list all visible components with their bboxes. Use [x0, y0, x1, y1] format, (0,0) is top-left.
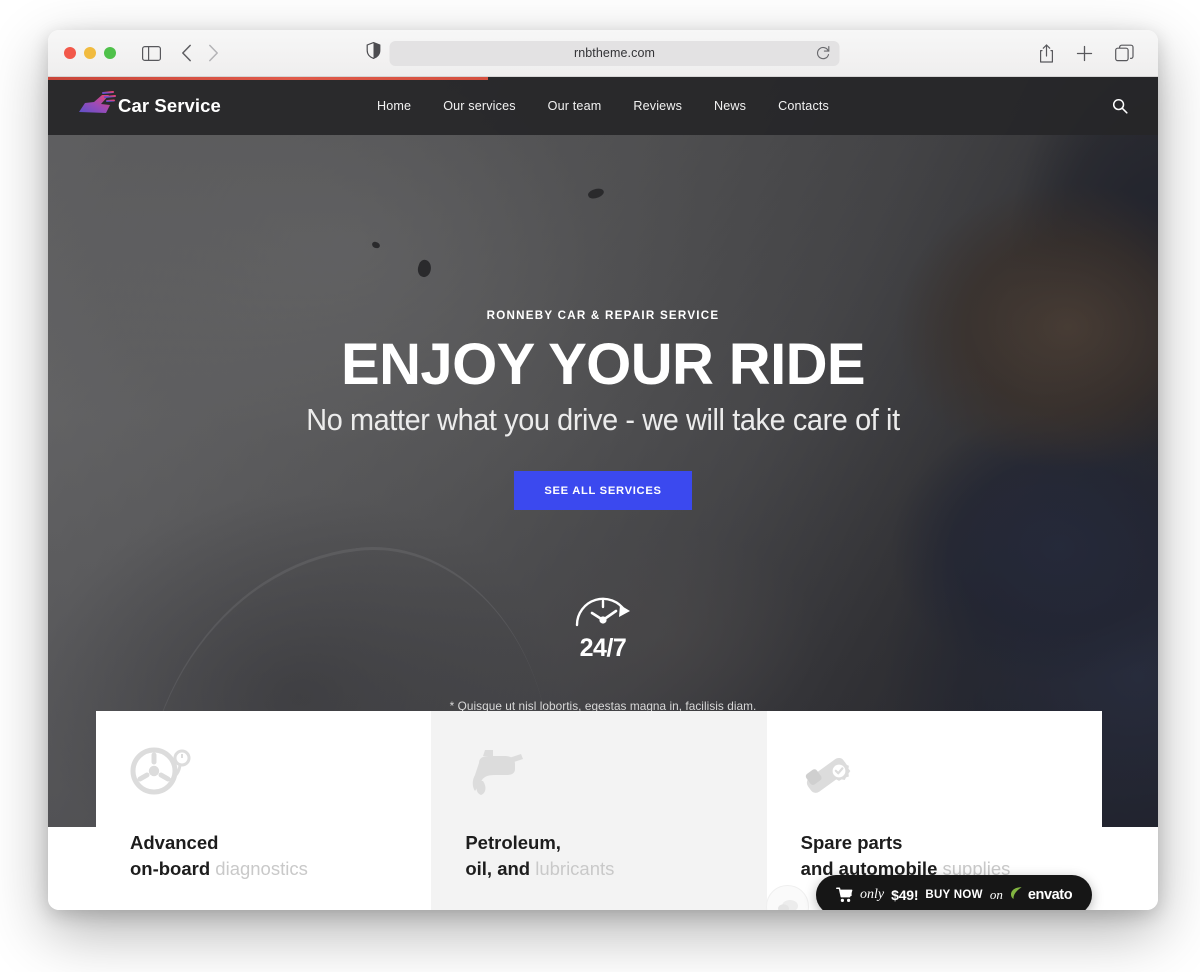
nav-item-news[interactable]: News	[714, 99, 746, 113]
address-bar[interactable]: rnbtheme.com	[389, 40, 840, 66]
badge-price-prefix: only	[860, 887, 885, 902]
page-load-progress-bar	[48, 77, 488, 80]
badge-connector: on	[989, 887, 1003, 902]
site-logo[interactable]: Car Service	[76, 91, 221, 121]
feature-title-line2-bold: oil, and	[465, 857, 531, 879]
shopping-cart-icon	[836, 887, 853, 902]
availability-label: 24/7	[579, 634, 627, 662]
feature-title-line1: Advanced	[130, 832, 219, 853]
see-all-services-button[interactable]: SEE ALL SERVICES	[514, 471, 692, 510]
main-navigation: Home Our services Our team Reviews News …	[377, 99, 829, 113]
hero-title: ENJOY YOUR RIDE	[341, 332, 866, 397]
nav-item-home[interactable]: Home	[377, 99, 411, 113]
feature-title-line1: Spare parts	[800, 832, 903, 853]
availability-badge: 24/7	[570, 589, 636, 663]
plus-icon[interactable]	[1076, 45, 1093, 62]
feature-title-line2-light: lubricants	[535, 857, 615, 879]
feature-card-title: Petroleum, oil, and lubricants	[465, 830, 732, 881]
page-viewport: Car Service Home Our services Our team R…	[48, 77, 1158, 910]
feature-title-line2-bold: on-board	[130, 857, 211, 879]
privacy-report-icon[interactable]	[366, 41, 381, 64]
site-logo-text: Car Service	[118, 95, 221, 116]
envato-purchase-badge[interactable]: only $49! BUY NOW on envato	[816, 875, 1093, 910]
minimize-window-button[interactable]	[84, 47, 96, 59]
speedometer-clock-icon	[575, 597, 630, 627]
hero-content: RONNEBY CAR & REPAIR SERVICE ENJOY YOUR …	[48, 77, 1158, 510]
nav-item-contacts[interactable]: Contacts	[778, 99, 829, 113]
reload-icon[interactable]	[816, 45, 831, 66]
feature-title-line2-light: diagnostics	[215, 857, 308, 879]
zoom-window-button[interactable]	[104, 47, 116, 59]
tab-overview-icon[interactable]	[1115, 44, 1134, 62]
sidebar-toggle-icon[interactable]	[142, 45, 161, 61]
browser-toolbar: rnbtheme.com	[48, 30, 1158, 77]
forward-chevron-icon[interactable]	[208, 44, 219, 62]
nav-item-our-services[interactable]: Our services	[443, 99, 515, 113]
browser-window: rnbtheme.com Car Service Home Our servic…	[48, 30, 1158, 910]
nav-item-our-team[interactable]: Our team	[548, 99, 602, 113]
wheel-diagnostics-icon	[130, 747, 191, 795]
share-icon[interactable]	[1039, 43, 1054, 63]
address-bar-area: rnbtheme.com	[366, 40, 840, 66]
feature-card-petroleum[interactable]: Petroleum, oil, and lubricants	[431, 711, 767, 910]
badge-marketplace-name: envato	[1027, 887, 1073, 903]
spare-parts-icon	[805, 757, 850, 793]
site-header: Car Service Home Our services Our team R…	[48, 77, 1158, 135]
badge-action-label: BUY NOW	[925, 889, 983, 901]
chat-bubble-icon	[777, 899, 798, 910]
window-traffic-lights	[64, 47, 116, 59]
nav-item-reviews[interactable]: Reviews	[633, 99, 682, 113]
toolbar-right-actions	[1039, 43, 1134, 63]
badge-price: $49!	[891, 887, 919, 903]
oil-canister-icon	[473, 750, 524, 795]
back-chevron-icon[interactable]	[181, 44, 192, 62]
envato-leaf-icon	[1010, 886, 1023, 904]
hero-eyebrow: RONNEBY CAR & REPAIR SERVICE	[486, 309, 720, 322]
feature-card-title: Spare parts and automobile supplies	[801, 830, 1068, 881]
hero-subtitle: No matter what you drive - we will take …	[306, 402, 900, 437]
search-icon[interactable]	[1112, 98, 1128, 114]
close-window-button[interactable]	[64, 47, 76, 59]
address-bar-url: rnbtheme.com	[573, 46, 656, 60]
feature-title-line1: Petroleum,	[465, 832, 561, 853]
car-speed-logo-icon	[79, 91, 116, 113]
feature-card-title: Advanced on-board diagnostics	[130, 830, 397, 881]
feature-card-diagnostics[interactable]: Advanced on-board diagnostics	[96, 711, 432, 910]
